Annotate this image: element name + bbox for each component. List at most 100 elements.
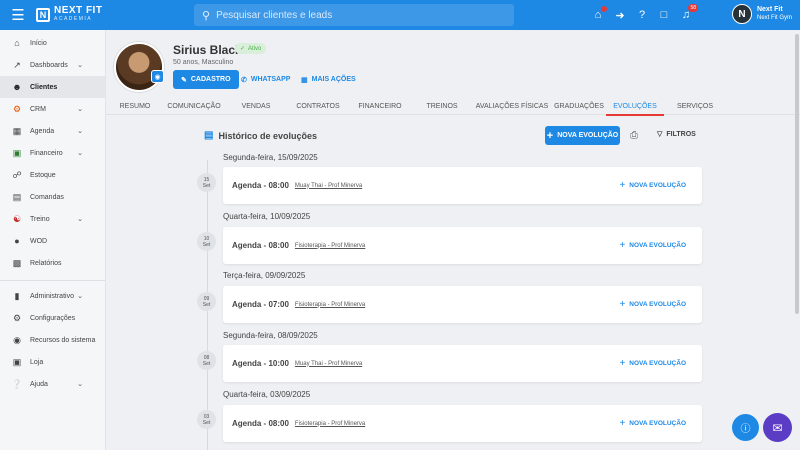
whatsapp-button[interactable]: ✆ WHATSAPP (241, 70, 290, 89)
sidebar-item-configuracoes[interactable]: ⚙ Configurações (0, 307, 105, 329)
date-bubble: 08 Set (197, 351, 216, 370)
activity-link[interactable]: Fisioterapia - Prof Minerva (295, 243, 365, 249)
clipboard-icon: ▤ (204, 130, 214, 141)
tab-vendas[interactable]: VENDAS (224, 97, 288, 115)
day-label: Segunda-feira, 08/09/2025 (223, 331, 318, 340)
help-icon[interactable]: ? (636, 9, 648, 21)
activity-link[interactable]: Muay Thai - Prof Minerva (295, 183, 362, 189)
tab-evolucoes[interactable]: EVOLUÇÕES (606, 97, 664, 116)
tab-financeiro[interactable]: FINANCEIRO (348, 97, 412, 115)
tab-servicos[interactable]: SERVIÇOS (664, 97, 726, 115)
client-avatar[interactable] (114, 42, 164, 92)
sidebar-item-loja[interactable]: ▣ Loja (0, 351, 105, 373)
chevron-down-icon: ⌄ (77, 216, 83, 223)
user-name: Next Fit (756, 6, 783, 13)
activity-link[interactable]: Fisioterapia - Prof Minerva (295, 421, 365, 427)
check-icon: ✓ (240, 46, 246, 52)
evolution-card: Agenda - 08:00 Fisioterapia - Prof Miner… (223, 227, 702, 264)
activity-link[interactable]: Fisioterapia - Prof Minerva (295, 302, 365, 308)
chevron-down-icon: ⌄ (77, 62, 83, 69)
user-menu[interactable]: N Next Fit Next Fit Gym (731, 4, 792, 24)
sidebar-item-clientes[interactable]: ☻ Clientes (0, 76, 105, 98)
print-icon[interactable]: ⎙ (630, 130, 638, 141)
sidebar-item-dashboards[interactable]: ↗ Dashboards ⌄ (0, 54, 105, 76)
sidebar-item-comandas[interactable]: ▤ Comandas (0, 186, 105, 208)
sidebar-item-agenda[interactable]: ▦ Agenda ⌄ (0, 120, 105, 142)
add-evolution-button[interactable]: + NOVA EVOLUÇÃO (619, 299, 686, 310)
add-evolution-button[interactable]: + NOVA EVOLUÇÃO (619, 358, 686, 369)
agenda-time: Agenda - 08:00 (232, 419, 289, 428)
client-info: 50 anos, Masculino (173, 59, 234, 66)
sidebar-item-relatorios[interactable]: ▩ Relatórios (0, 252, 105, 274)
plus-icon: + (619, 240, 626, 251)
sidebar-item-crm[interactable]: ⚙ CRM ⌄ (0, 98, 105, 120)
add-evolution-button[interactable]: + NOVA EVOLUÇÃO (619, 418, 686, 429)
plus-icon: + (619, 180, 626, 191)
bell-icon[interactable]: ♫ 58 (680, 4, 698, 21)
tab-contratos[interactable]: CONTRATOS (288, 97, 348, 115)
date-bubble: 09 Set (197, 292, 216, 311)
agenda-time: Agenda - 08:00 (232, 241, 289, 250)
cadastro-button[interactable]: ✎ CADASTRO (173, 70, 239, 89)
whatsapp-icon: ✆ (241, 76, 247, 84)
activity-link[interactable]: Muay Thai - Prof Minerva (295, 361, 362, 367)
scrollbar[interactable] (795, 34, 799, 314)
agenda-time: Agenda - 07:00 (232, 300, 289, 309)
info-fab[interactable]: ⓘ (732, 414, 759, 441)
chat-fab[interactable]: ✉ (763, 413, 792, 442)
search-bar[interactable]: ⚲ (194, 4, 514, 26)
sidebar-item-ajuda[interactable]: ❔ Ajuda ⌄ (0, 373, 105, 395)
sidebar-divider (0, 280, 105, 281)
day-label: Quarta-feira, 10/09/2025 (223, 212, 311, 221)
tab-treinos[interactable]: TREINOS (412, 97, 472, 115)
info-icon: ⓘ (740, 424, 751, 435)
camera-icon[interactable]: ◉ (151, 70, 164, 83)
chevron-down-icon: ⌄ (77, 128, 83, 135)
menu-icon[interactable]: ☰ (0, 0, 36, 30)
tab-comunicacao[interactable]: COMUNICAÇÃO (164, 97, 224, 115)
tab-graduacoes[interactable]: GRADUAÇÕES (552, 97, 606, 115)
top-bar: ☰ N NEXT FIT ACADEMIA ⚲ ⌂ ➜ ? □ ♫58 N Ne… (0, 0, 800, 30)
chat-icon[interactable]: □ (658, 9, 670, 21)
sidebar-item-wod[interactable]: ● WOD (0, 230, 105, 252)
agenda-time: Agenda - 08:00 (232, 181, 289, 190)
notifications-badge: 58 (688, 4, 698, 12)
brand-name: NEXT FIT (54, 5, 103, 16)
admin-icon: ▮ (14, 290, 20, 301)
filters-button[interactable]: ▽ FILTROS (657, 130, 696, 139)
more-actions-button[interactable]: ▦ MAIS AÇÕES (301, 70, 356, 89)
client-profile-header: ◉ Sirius Black ✓ Ativo 50 anos, Masculino… (106, 30, 800, 97)
brand-sub: ACADEMIA (54, 16, 93, 22)
money-icon: ▣ (12, 147, 22, 158)
day-label: Quarta-feira, 03/09/2025 (223, 390, 311, 399)
chevron-down-icon: ⌄ (77, 150, 83, 157)
receipt-icon: ▤ (12, 191, 22, 202)
login-icon[interactable]: ➜ (614, 9, 626, 22)
store-icon[interactable]: ⌂ (592, 6, 607, 21)
new-evolution-button[interactable]: + NOVA EVOLUÇÃO (545, 126, 620, 145)
add-evolution-button[interactable]: + NOVA EVOLUÇÃO (619, 240, 686, 251)
client-name: Sirius Black (173, 43, 242, 57)
help-icon: ❔ (11, 378, 23, 389)
store-icon: ▣ (12, 356, 22, 367)
calendar-icon: ▦ (12, 125, 22, 136)
add-evolution-button[interactable]: + NOVA EVOLUÇÃO (619, 180, 686, 191)
evolution-card: Agenda - 08:00 Fisioterapia - Prof Miner… (223, 405, 702, 442)
sidebar-item-recursos[interactable]: ◉ Recursos do sistema (0, 329, 105, 351)
date-bubble: 15 Set (197, 173, 216, 192)
chevron-down-icon: ⌄ (77, 293, 83, 300)
sidebar-item-estoque[interactable]: ☍ Estoque (0, 164, 105, 186)
sidebar-item-inicio[interactable]: ⌂ Início (0, 32, 105, 54)
chart-icon: ↗ (13, 59, 21, 70)
cart-icon: ☍ (12, 169, 22, 180)
chevron-down-icon: ⌄ (77, 106, 83, 113)
chat-icon: ✉ (772, 420, 783, 435)
sidebar-item-administrativo[interactable]: ▮ Administrativo ⌄ (0, 285, 105, 307)
logo-mark-icon: N (36, 8, 50, 22)
sidebar-item-treino[interactable]: ☯ Treino ⌄ (0, 208, 105, 230)
sidebar-item-financeiro[interactable]: ▣ Financeiro ⌄ (0, 142, 105, 164)
tab-avaliacoes[interactable]: AVALIAÇÕES FÍSICAS (472, 97, 552, 115)
tab-resumo[interactable]: RESUMO (106, 97, 164, 115)
search-input[interactable] (216, 9, 497, 21)
logo[interactable]: N NEXT FIT ACADEMIA (36, 6, 186, 24)
